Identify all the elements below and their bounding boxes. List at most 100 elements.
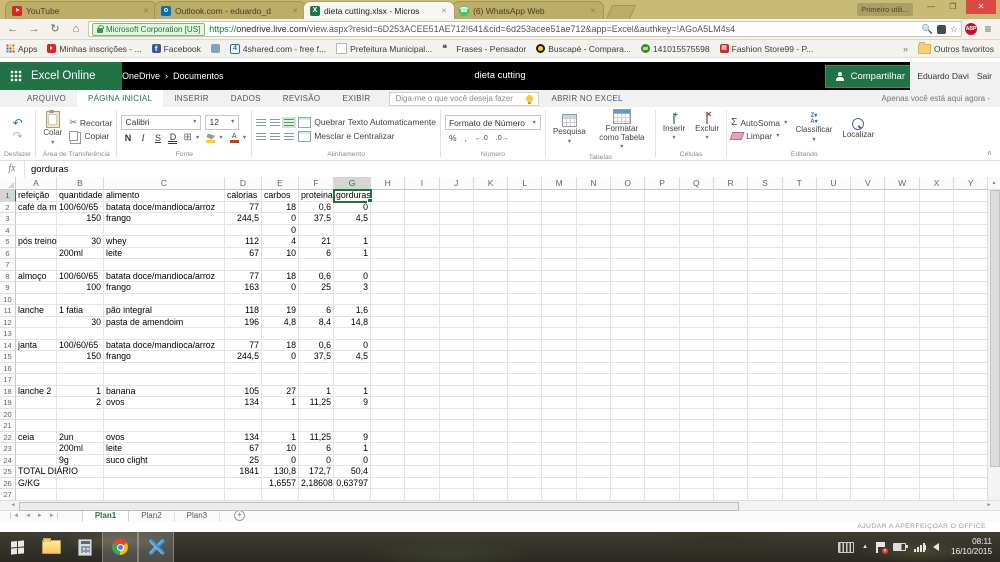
cell-D13[interactable] <box>225 328 262 340</box>
cell-W13[interactable] <box>885 328 919 340</box>
cell-A10[interactable] <box>16 294 57 306</box>
cell-K16[interactable] <box>474 363 508 375</box>
cell-X7[interactable] <box>920 259 954 271</box>
column-header-K[interactable]: K <box>474 177 508 190</box>
cell-W8[interactable] <box>885 271 919 283</box>
cell-O5[interactable] <box>611 236 645 248</box>
cell-G9[interactable]: 3 <box>334 282 371 294</box>
cell-F24[interactable]: 0 <box>299 455 334 467</box>
cell-E21[interactable] <box>262 420 299 432</box>
bookmark-item[interactable]: 141015575598 <box>641 44 710 54</box>
cell-C26[interactable] <box>104 478 225 490</box>
cell-T1[interactable] <box>783 190 817 202</box>
clear-button[interactable]: Limpar▼ <box>731 131 788 141</box>
forward-icon[interactable]: → <box>25 21 43 37</box>
autosum-button[interactable]: ΣAutoSoma▼ <box>731 117 788 128</box>
cell-N17[interactable] <box>577 374 611 386</box>
cell-U7[interactable] <box>817 259 851 271</box>
cell-A3[interactable] <box>16 213 57 225</box>
cell-V4[interactable] <box>851 225 885 237</box>
cell-I14[interactable] <box>405 340 439 352</box>
cell-P14[interactable] <box>645 340 679 352</box>
cell-C23[interactable]: leite <box>104 443 225 455</box>
row-header-21[interactable]: 21 <box>0 420 16 432</box>
cell-P8[interactable] <box>645 271 679 283</box>
cell-B13[interactable] <box>57 328 104 340</box>
cell-R21[interactable] <box>714 420 748 432</box>
cell-F23[interactable]: 6 <box>299 443 334 455</box>
cell-Y26[interactable] <box>954 478 988 490</box>
cell-C11[interactable]: pão integral <box>104 305 225 317</box>
cell-W25[interactable] <box>885 466 919 478</box>
cell-J5[interactable] <box>440 236 474 248</box>
cell-C22[interactable]: ovos <box>104 432 225 444</box>
cell-W12[interactable] <box>885 317 919 329</box>
comma-style-button[interactable]: , <box>465 133 467 143</box>
column-header-C[interactable]: C <box>104 177 225 190</box>
cell-B26[interactable] <box>57 478 104 490</box>
cell-N21[interactable] <box>577 420 611 432</box>
cell-A15[interactable] <box>16 351 57 363</box>
cell-M12[interactable] <box>542 317 576 329</box>
cell-D9[interactable]: 163 <box>225 282 262 294</box>
cell-M2[interactable] <box>542 202 576 214</box>
cell-X12[interactable] <box>920 317 954 329</box>
cell-S7[interactable] <box>748 259 782 271</box>
cell-H25[interactable] <box>371 466 405 478</box>
cell-P12[interactable] <box>645 317 679 329</box>
cell-C24[interactable]: suco clight <box>104 455 225 467</box>
cell-S12[interactable] <box>748 317 782 329</box>
cell-G17[interactable] <box>334 374 371 386</box>
cell-J27[interactable] <box>440 489 474 501</box>
cell-H26[interactable] <box>371 478 405 490</box>
cell-Q2[interactable] <box>680 202 714 214</box>
cell-Y12[interactable] <box>954 317 988 329</box>
delete-cells-button[interactable]: ✕ Excluir ▼ <box>692 115 722 143</box>
cell-A6[interactable] <box>16 248 57 260</box>
cell-M3[interactable] <box>542 213 576 225</box>
cell-T5[interactable] <box>783 236 817 248</box>
column-header-Q[interactable]: Q <box>680 177 714 190</box>
cell-X16[interactable] <box>920 363 954 375</box>
cell-Q22[interactable] <box>680 432 714 444</box>
cell-V10[interactable] <box>851 294 885 306</box>
cell-F18[interactable]: 1 <box>299 386 334 398</box>
cell-V25[interactable] <box>851 466 885 478</box>
speaker-icon[interactable] <box>933 543 939 551</box>
cell-W10[interactable] <box>885 294 919 306</box>
cell-G27[interactable] <box>334 489 371 501</box>
cell-L7[interactable] <box>508 259 542 271</box>
cell-A11[interactable]: lanche <box>16 305 57 317</box>
cell-V20[interactable] <box>851 409 885 421</box>
cell-N12[interactable] <box>577 317 611 329</box>
cell-W23[interactable] <box>885 443 919 455</box>
cell-W20[interactable] <box>885 409 919 421</box>
cell-D14[interactable]: 77 <box>225 340 262 352</box>
cell-A7[interactable] <box>16 259 57 271</box>
cell-K9[interactable] <box>474 282 508 294</box>
cell-O6[interactable] <box>611 248 645 260</box>
cell-R13[interactable] <box>714 328 748 340</box>
cell-F22[interactable]: 11,25 <box>299 432 334 444</box>
last-sheet-icon[interactable]: ►❘ <box>49 512 60 519</box>
cell-V17[interactable] <box>851 374 885 386</box>
close-button[interactable]: ✕ <box>966 0 996 14</box>
cell-M10[interactable] <box>542 294 576 306</box>
cell-M23[interactable] <box>542 443 576 455</box>
ribbon-tab-inserir[interactable]: INSERIR <box>163 90 220 107</box>
cell-E25[interactable]: 130,8 <box>262 466 299 478</box>
start-button[interactable] <box>0 532 34 562</box>
browser-tab[interactable]: YouTube✕ <box>5 1 157 19</box>
cell-V2[interactable] <box>851 202 885 214</box>
column-header-D[interactable]: D <box>225 177 262 190</box>
cell-A5[interactable]: pós treino <box>16 236 57 248</box>
extension-icon[interactable] <box>937 25 946 34</box>
cell-V9[interactable] <box>851 282 885 294</box>
zoom-icon[interactable]: 🔍 <box>922 24 933 35</box>
cell-A4[interactable] <box>16 225 57 237</box>
cell-N1[interactable] <box>577 190 611 202</box>
cell-E10[interactable] <box>262 294 299 306</box>
cell-G6[interactable]: 1 <box>334 248 371 260</box>
cell-S22[interactable] <box>748 432 782 444</box>
cell-N7[interactable] <box>577 259 611 271</box>
